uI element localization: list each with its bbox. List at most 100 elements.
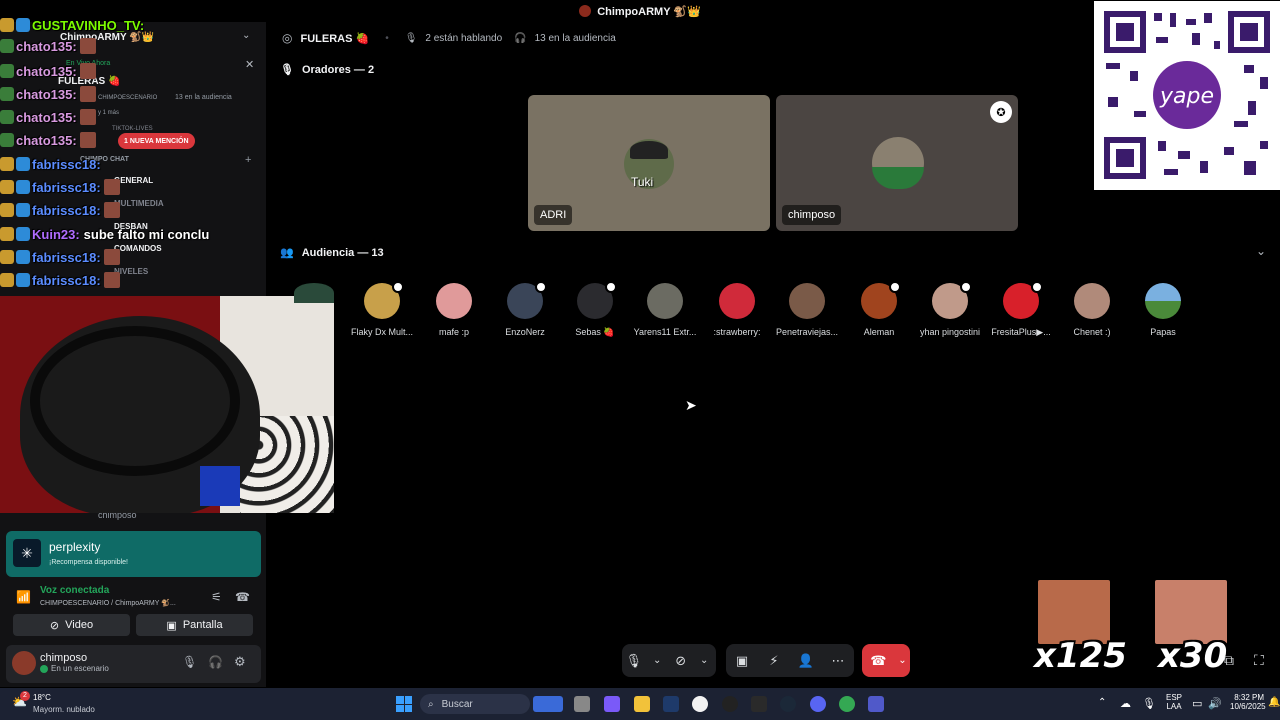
badge-icon	[0, 157, 14, 171]
chevron-down-icon[interactable]: ⌄	[898, 655, 906, 666]
audience-member[interactable]: Yarens11 Extr...	[630, 283, 700, 337]
avatar-partial	[294, 283, 334, 303]
audience-member[interactable]: Chenet :)	[1057, 283, 1127, 337]
audience-member[interactable]: FresitaPlus▶...	[986, 281, 1056, 338]
close-icon[interactable]: ✕	[245, 58, 254, 71]
emote-counter: x30	[1158, 636, 1228, 676]
mic-icon[interactable]: 🎙	[622, 653, 646, 669]
music-icon[interactable]	[692, 696, 708, 712]
speaker-card[interactable]: ✪ chimposo	[776, 95, 1018, 231]
member-name: yhan pingostini	[919, 327, 981, 337]
temperature[interactable]: 18°C	[33, 693, 51, 702]
emote-icon	[103, 179, 120, 195]
member-name: Chenet :)	[1073, 327, 1111, 337]
audience-member[interactable]: EnzoNerz	[490, 281, 560, 337]
disconnect-button[interactable]: ☎ ⌄	[862, 644, 910, 677]
username[interactable]: chimposo	[40, 652, 87, 664]
file-explorer-icon[interactable]	[634, 696, 650, 712]
chevron-down-icon[interactable]: ⌄	[242, 30, 250, 41]
live-more: y 1 más	[98, 110, 120, 116]
audience-member[interactable]: mafe :p	[419, 283, 489, 337]
disconnect-icon[interactable]: ☎	[235, 590, 250, 604]
epic-games-icon[interactable]	[751, 696, 767, 712]
taskbar-search[interactable]: ⌕ Buscar	[420, 694, 530, 714]
speaker-card[interactable]: Tuki ADRI	[528, 95, 770, 231]
chevron-down-icon[interactable]: ⌄	[1256, 244, 1266, 258]
volume-icon[interactable]: 🔊	[1208, 697, 1222, 710]
audience-member[interactable]: yhan pingostini	[915, 281, 985, 337]
chevron-down-icon[interactable]: ⌄	[646, 655, 670, 666]
discord-icon[interactable]	[810, 696, 826, 712]
copilot-icon[interactable]	[604, 696, 620, 712]
language-indicator[interactable]: ESP LAA	[1166, 693, 1182, 711]
audience-member[interactable]: Penetraviejas...	[772, 283, 842, 337]
sidebar-item-comandos[interactable]: COMANDOS	[114, 244, 162, 253]
stage-header: ◎ FULERAS 🍓 • 🎙 2 están hablando 🎧 13 en…	[282, 31, 616, 45]
chat-user: fabrissc18:	[32, 156, 101, 172]
invite-speaker-icon[interactable]: 👤	[793, 653, 819, 669]
avatar	[719, 283, 755, 319]
task-view-icon[interactable]	[574, 696, 590, 712]
video-button[interactable]: ⊘ Video	[13, 614, 130, 636]
popout-icon[interactable]: ⧉	[1224, 652, 1234, 669]
obs-icon[interactable]	[722, 696, 738, 712]
audience-member[interactable]: Papas	[1128, 283, 1198, 337]
display-icon[interactable]: ▭	[1192, 697, 1202, 710]
windows-start-icon[interactable]	[396, 696, 412, 712]
teams-icon[interactable]	[868, 696, 884, 712]
voice-status[interactable]: Voz conectada	[40, 585, 109, 596]
chat-user: fabrissc18:	[32, 202, 101, 218]
yape-qr-code[interactable]: yape	[1094, 1, 1280, 190]
audience-member[interactable]: Flaky Dx Mult...	[347, 281, 417, 337]
activities-icon[interactable]: ⚡	[761, 653, 787, 669]
fullscreen-icon[interactable]: ⛶	[1254, 652, 1264, 669]
widget-icon[interactable]	[533, 696, 563, 712]
chevron-up-icon[interactable]: ⌃	[1098, 697, 1106, 708]
avatar[interactable]	[12, 651, 36, 675]
mic-tray-icon[interactable]: 🎙	[1142, 697, 1156, 710]
chat-user: chato135:	[16, 132, 77, 148]
mouse-cursor-icon: ➤	[685, 397, 697, 413]
more-options-icon[interactable]: ⋯	[825, 653, 851, 669]
weather-badge: 2	[20, 691, 30, 701]
cloud-icon[interactable]: ☁	[1120, 697, 1131, 710]
mention-badge[interactable]: 1 NUEVA MENCIÓN	[118, 133, 195, 149]
camera-off-icon[interactable]: ⊘	[669, 653, 693, 669]
chat-message: GUSTAVINHO_TV:	[0, 14, 144, 36]
steam-icon[interactable]	[780, 696, 796, 712]
member-name: Sebas 🍓	[575, 327, 615, 337]
hangup-icon[interactable]: ☎	[865, 653, 891, 669]
chevron-down-icon[interactable]: ⌄	[693, 655, 717, 666]
mic-control[interactable]: 🎙 ⌄ ⊘ ⌄	[622, 644, 716, 677]
settings-gear-icon[interactable]: ⚙	[234, 654, 246, 670]
badge-icon	[0, 64, 14, 78]
mic-icon: 🎙	[280, 64, 294, 76]
avatar	[1074, 283, 1110, 319]
screen-share-button[interactable]: ▣ Pantalla	[136, 614, 253, 636]
sidebar-item-general[interactable]: GENERAL	[114, 176, 153, 185]
member-name: :strawberry:	[713, 327, 761, 337]
audience-member[interactable]: Sebas 🍓	[560, 281, 630, 338]
audience-member[interactable]: Aleman	[844, 281, 914, 337]
promo-banner[interactable]: ✳ perplexity ¡Recompensa disponible!	[6, 531, 261, 577]
weather-desc[interactable]: Mayorm. nublado	[33, 705, 95, 714]
photoshop-icon[interactable]	[663, 696, 679, 712]
add-channel-icon[interactable]: +	[245, 154, 251, 166]
clock[interactable]: 8:32 PM 10/6/2025	[1230, 693, 1266, 711]
mic-icon[interactable]: 🎙	[182, 655, 197, 669]
status-dot	[40, 665, 48, 673]
chrome-icon[interactable]	[839, 696, 855, 712]
promo-title: perplexity	[49, 540, 101, 554]
audience-member[interactable]: :strawberry:	[702, 283, 772, 337]
badge-icon	[0, 133, 14, 147]
emote-icon	[79, 86, 96, 102]
voice-path[interactable]: CHIMPOESCENARIO / ChimpoARMY 🐒...	[40, 599, 176, 607]
headphones-icon[interactable]: 🎧	[208, 655, 223, 669]
sidebar-item-multimedia[interactable]: MULTIMEDIA	[114, 199, 164, 208]
notification-icon[interactable]: 🔔	[1268, 697, 1280, 708]
sidebar-item-tiktok-lives[interactable]: TIKTOK-LIVES	[112, 126, 153, 132]
member-name: Aleman	[863, 327, 895, 337]
screen-share-icon[interactable]: ▣	[729, 653, 755, 669]
noise-suppression-icon[interactable]: ⚟	[211, 590, 222, 604]
search-icon: ⌕	[428, 698, 434, 710]
